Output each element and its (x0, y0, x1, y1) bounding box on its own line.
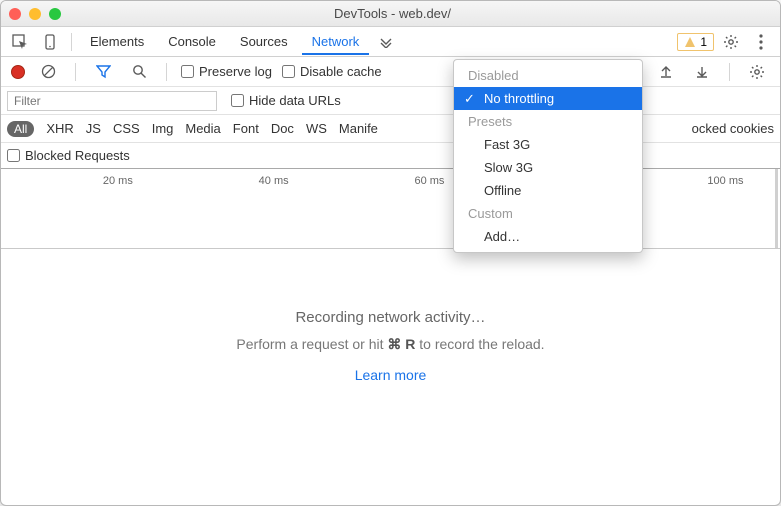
tab-console[interactable]: Console (158, 28, 226, 55)
blocked-requests-label: Blocked Requests (25, 148, 130, 163)
maximize-window-icon[interactable] (49, 8, 61, 20)
timeline-overview[interactable]: 20 ms 40 ms 60 ms 100 ms (1, 169, 780, 249)
type-js[interactable]: JS (86, 121, 101, 136)
kebab-menu-icon[interactable] (748, 31, 774, 53)
tab-network[interactable]: Network (302, 28, 370, 55)
tick-label: 40 ms (259, 175, 289, 187)
type-font[interactable]: Font (233, 121, 259, 136)
more-tabs-icon[interactable] (373, 31, 399, 53)
tick-label: 60 ms (414, 175, 444, 187)
type-all[interactable]: All (7, 121, 34, 137)
network-toolbar: Preserve log Disable cache (1, 57, 780, 87)
empty-hint: Perform a request or hit ⌘ R to record t… (1, 336, 780, 353)
type-media[interactable]: Media (185, 121, 220, 136)
tick-label: 20 ms (103, 175, 133, 187)
blocked-cookies-partial[interactable]: ocked cookies (692, 121, 774, 136)
throttling-offline[interactable]: Offline (454, 179, 642, 202)
tab-sources[interactable]: Sources (230, 28, 298, 55)
type-css[interactable]: CSS (113, 121, 140, 136)
settings-icon[interactable] (718, 31, 744, 53)
dropdown-group-presets: Presets (454, 110, 642, 133)
titlebar: DevTools - web.dev/ (1, 1, 780, 27)
minimize-window-icon[interactable] (29, 8, 41, 20)
type-manifest[interactable]: Manife (339, 121, 378, 136)
filter-icon[interactable] (90, 61, 116, 83)
close-window-icon[interactable] (9, 8, 21, 20)
empty-heading: Recording network activity… (1, 309, 780, 326)
network-settings-icon[interactable] (744, 61, 770, 83)
warnings-count: 1 (700, 35, 707, 49)
disable-cache-label: Disable cache (300, 64, 382, 79)
clear-icon[interactable] (35, 61, 61, 83)
empty-state: Recording network activity… Perform a re… (1, 249, 780, 423)
export-har-icon[interactable] (689, 61, 715, 83)
device-toggle-icon[interactable] (37, 31, 63, 53)
type-ws[interactable]: WS (306, 121, 327, 136)
filter-input[interactable] (7, 91, 217, 111)
learn-more-link[interactable]: Learn more (355, 367, 427, 383)
warnings-badge[interactable]: 1 (677, 33, 714, 51)
throttling-add[interactable]: Add… (454, 225, 642, 248)
type-img[interactable]: Img (152, 121, 174, 136)
record-button[interactable] (11, 65, 25, 79)
throttling-no-throttling[interactable]: No throttling (454, 87, 642, 110)
filter-row: Hide data URLs (1, 87, 780, 115)
preserve-log-label: Preserve log (199, 64, 272, 79)
preserve-log-input[interactable] (181, 65, 194, 78)
throttling-dropdown: Disabled No throttling Presets Fast 3G S… (453, 59, 643, 253)
type-doc[interactable]: Doc (271, 121, 294, 136)
window-controls (9, 8, 61, 20)
inspect-icon[interactable] (7, 31, 33, 53)
devtools-window: DevTools - web.dev/ Elements Console Sou… (0, 0, 781, 506)
panel-tabs: Elements Console Sources Network 1 (1, 27, 780, 57)
disable-cache-input[interactable] (282, 65, 295, 78)
throttling-slow-3g[interactable]: Slow 3G (454, 156, 642, 179)
resource-type-row: All XHR JS CSS Img Media Font Doc WS Man… (1, 115, 780, 143)
shortcut-key: ⌘ R (387, 336, 415, 352)
tick-label: 100 ms (707, 175, 743, 187)
throttling-fast-3g[interactable]: Fast 3G (454, 133, 642, 156)
search-icon[interactable] (126, 61, 152, 83)
disable-cache-checkbox[interactable]: Disable cache (282, 64, 382, 79)
hide-data-urls-checkbox[interactable]: Hide data URLs (231, 93, 341, 108)
type-xhr[interactable]: XHR (46, 121, 73, 136)
tab-elements[interactable]: Elements (80, 28, 154, 55)
import-har-icon[interactable] (653, 61, 679, 83)
blocked-requests-input[interactable] (7, 149, 20, 162)
blocked-requests-row: Blocked Requests (1, 143, 780, 169)
blocked-requests-checkbox[interactable]: Blocked Requests (7, 148, 130, 163)
preserve-log-checkbox[interactable]: Preserve log (181, 64, 272, 79)
hide-data-urls-label: Hide data URLs (249, 93, 341, 108)
dropdown-group-disabled: Disabled (454, 64, 642, 87)
dropdown-group-custom: Custom (454, 202, 642, 225)
window-title: DevTools - web.dev/ (61, 6, 724, 21)
hide-data-urls-input[interactable] (231, 94, 244, 107)
